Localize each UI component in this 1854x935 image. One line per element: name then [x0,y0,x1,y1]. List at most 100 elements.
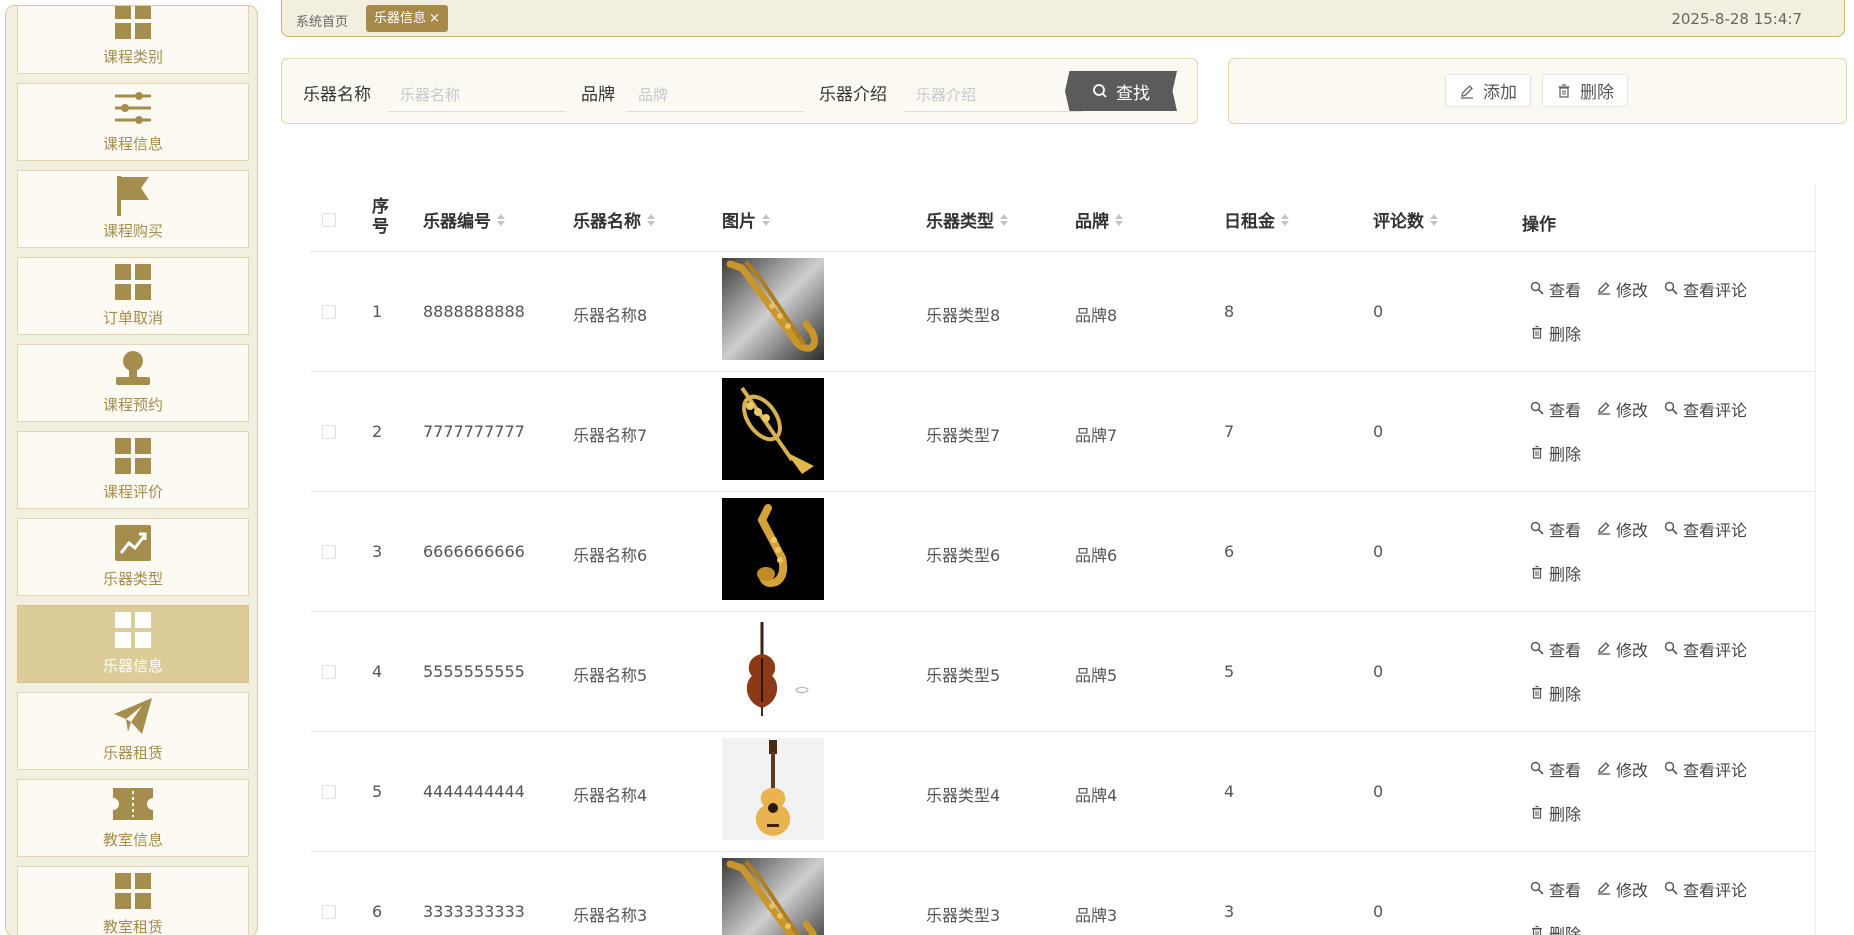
header-index-line1: 序 [372,197,389,217]
view-button[interactable]: 查看 [1530,638,1581,660]
action-panel: 添加 删除 [1228,58,1847,124]
view-comments-button[interactable]: 查看评论 [1664,518,1747,540]
view-comments-button[interactable]: 查看评论 [1664,878,1747,900]
view-button[interactable]: 查看 [1530,518,1581,540]
header-brand[interactable]: 品牌 [1075,207,1123,232]
row-checkbox[interactable] [322,545,336,559]
view-button[interactable]: 查看 [1530,278,1581,300]
select-all-checkbox[interactable] [322,213,336,227]
breadcrumb-home[interactable]: 系统首页 [296,11,348,30]
sidebar-item-label: 乐器类型 [102,570,163,588]
guitar-image [722,738,824,840]
cell-comments: 0 [1373,302,1384,321]
view-comments-label: 查看评论 [1683,521,1748,540]
sidebar-item-10[interactable]: 教室租赁 [17,866,249,935]
search-brand-input[interactable] [626,79,804,112]
view-comments-button[interactable]: 查看评论 [1664,758,1747,780]
close-icon[interactable]: × [429,11,440,26]
view-button[interactable]: 查看 [1530,398,1581,420]
sidebar-item-8[interactable]: 乐器租赁 [17,692,249,770]
edit-button[interactable]: 修改 [1597,638,1648,660]
sidebar-item-5[interactable]: 课程评价 [17,431,249,509]
edit-icon [1597,400,1611,419]
sidebar-item-3[interactable]: 订单取消 [17,257,249,335]
header-code[interactable]: 乐器编号 [423,207,505,232]
row-checkbox[interactable] [322,905,336,919]
edit-button[interactable]: 修改 [1597,398,1648,420]
header-type[interactable]: 乐器类型 [926,207,1008,232]
row-delete-button[interactable]: 删除 [1530,442,1581,464]
view-button[interactable]: 查看 [1530,758,1581,780]
add-button[interactable]: 添加 [1445,74,1531,107]
row-delete-button[interactable]: 删除 [1530,922,1581,935]
sidebar-item-label: 课程信息 [102,135,163,153]
search-name-input[interactable] [388,79,566,112]
view-comments-button[interactable]: 查看评论 [1664,638,1747,660]
sort-icon[interactable] [1115,213,1123,226]
edit-button[interactable]: 修改 [1597,278,1648,300]
header-code-label: 乐器编号 [423,212,491,232]
row-checkbox[interactable] [322,305,336,319]
row-checkbox[interactable] [322,785,336,799]
edit-label: 修改 [1616,521,1649,540]
cell-index: 1 [372,302,383,321]
row-delete-button[interactable]: 删除 [1530,562,1581,584]
row-checkbox[interactable] [322,665,336,679]
trash-icon [1530,444,1544,463]
cell-index: 4 [372,662,383,681]
header-type-label: 乐器类型 [926,212,994,232]
edit-icon [1597,880,1611,899]
sort-icon[interactable] [647,213,655,226]
sort-icon[interactable] [497,213,505,226]
search-icon [1664,760,1678,779]
row-actions: 查看 修改 查看评论删除 [1530,398,1800,464]
search-panel: 乐器名称 品牌 乐器介绍 查找 [281,58,1198,124]
sort-icon[interactable] [1430,213,1438,226]
delete-button[interactable]: 删除 [1542,74,1628,107]
user-icon [111,348,155,390]
edit-button[interactable]: 修改 [1597,878,1648,900]
tab-active[interactable]: 乐器信息 × [366,5,448,32]
header-brand-label: 品牌 [1075,212,1109,232]
edit-label: 修改 [1616,401,1649,420]
search-icon [1530,400,1544,419]
sidebar-item-4[interactable]: 课程预约 [17,344,249,422]
view-comments-button[interactable]: 查看评论 [1664,398,1747,420]
header-ops: 操作 [1522,215,1556,235]
search-button[interactable]: 查找 [1065,71,1177,111]
search-icon [1664,280,1678,299]
row-delete-button[interactable]: 删除 [1530,802,1581,824]
cell-type: 乐器类型7 [926,426,1001,445]
paper-plane-icon [111,696,155,738]
grid-icon [111,609,155,651]
search-name-label: 乐器名称 [303,85,371,105]
header-image[interactable]: 图片 [722,207,770,232]
row-delete-button[interactable]: 删除 [1530,322,1581,344]
sidebar-item-6[interactable]: 乐器类型 [17,518,249,596]
edit-button[interactable]: 修改 [1597,518,1648,540]
trash-icon [1530,564,1544,583]
header-rent[interactable]: 日租金 [1224,207,1289,232]
row-delete-button[interactable]: 删除 [1530,682,1581,704]
view-button[interactable]: 查看 [1530,878,1581,900]
table-header: 序 号 乐器编号 乐器名称 图片 乐器类型 品牌 日租金 评论数 操作 [310,185,1815,252]
sidebar-item-9[interactable]: 教室信息 [17,779,249,857]
view-comments-button[interactable]: 查看评论 [1664,278,1747,300]
header-comments[interactable]: 评论数 [1373,207,1438,232]
sidebar-item-2[interactable]: 课程购买 [17,170,249,248]
sidebar-item-1[interactable]: 课程信息 [17,83,249,161]
header-name[interactable]: 乐器名称 [573,207,655,232]
search-intro-input[interactable] [904,79,1082,112]
sidebar-item-0[interactable]: 课程类别 [17,6,249,74]
row-checkbox[interactable] [322,425,336,439]
sidebar-item-7[interactable]: 乐器信息 [17,605,249,683]
cell-rent: 5 [1224,662,1235,681]
cell-name: 乐器名称6 [573,546,648,565]
cell-comments: 0 [1373,422,1384,441]
flag-icon [111,174,155,216]
sort-icon[interactable] [762,213,770,226]
sort-icon[interactable] [1000,213,1008,226]
edit-label: 修改 [1616,281,1649,300]
sort-icon[interactable] [1281,213,1289,226]
edit-button[interactable]: 修改 [1597,758,1648,780]
